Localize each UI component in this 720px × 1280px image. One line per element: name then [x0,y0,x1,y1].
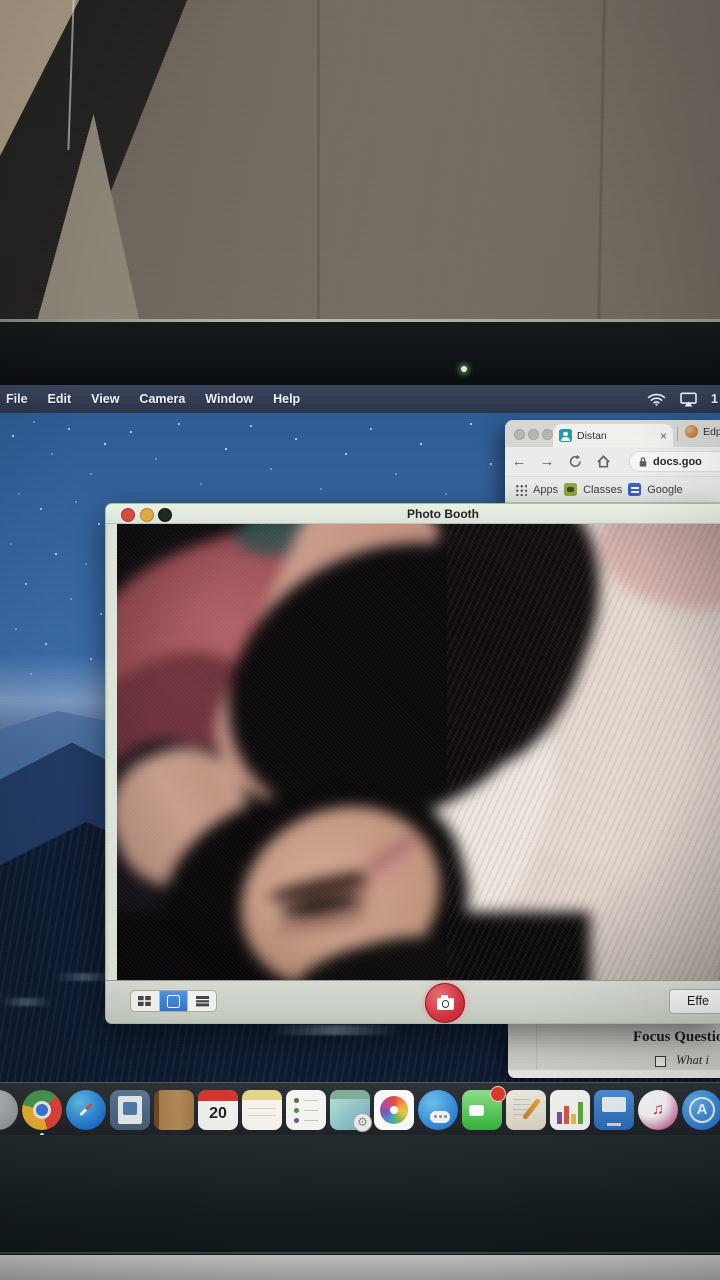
lock-icon [638,456,648,468]
single-photo-view-button[interactable] [160,991,189,1011]
dock-row: 20 A [0,1083,720,1136]
menu-view[interactable]: View [91,392,119,406]
bookmark-google[interactable]: Google [647,484,682,496]
dock-itunes-icon[interactable] [638,1090,678,1130]
dock-calendar-icon[interactable]: 20 [198,1090,238,1130]
icon-label: 20 [198,1099,238,1130]
forward-button[interactable]: → [533,453,561,470]
take-photo-button[interactable] [425,983,465,1023]
tab-distance-learning[interactable]: Distan × [553,424,673,447]
airplay-icon[interactable] [679,392,698,407]
icon-label: A [682,1090,720,1130]
edpuzzle-favicon [685,425,698,438]
video-view-button[interactable] [188,991,216,1011]
classroom-icon[interactable] [564,483,577,496]
dock-system-preferences-icon[interactable] [330,1090,370,1130]
url-text: docs.goo [653,456,702,468]
photo-booth-toolbar: Effe [106,980,720,1024]
menu-help[interactable]: Help [273,392,300,406]
doc-checkbox[interactable] [655,1056,666,1067]
camera-preview [117,524,720,980]
grid-icon [137,995,152,1007]
filmstrip-icon [195,995,210,1007]
dock-partial-grey-app-icon[interactable] [0,1090,18,1130]
hinge-line [0,1252,720,1254]
background-wall [0,0,720,325]
dock-reminders-icon[interactable] [286,1090,326,1130]
menu-camera[interactable]: Camera [139,392,185,406]
effects-button[interactable]: Effe [669,989,720,1014]
dock-numbers-icon[interactable] [550,1090,590,1130]
status-time-fragment: 1 [711,392,718,406]
photo-booth-window: Photo Booth [105,503,720,1024]
window-control-close[interactable] [514,429,525,440]
dock-facetime-icon[interactable] [462,1090,502,1130]
dock-messages-icon[interactable] [418,1090,458,1130]
four-up-view-button[interactable] [131,991,160,1011]
snow-streak [0,998,52,1006]
zoom-button[interactable] [158,508,172,522]
dock-notes-icon[interactable] [242,1090,282,1130]
menu-window[interactable]: Window [205,392,253,406]
camera-icon [437,998,454,1010]
dock: 20 A [0,1082,720,1136]
single-photo-icon [167,995,180,1008]
aluminum-body-edge [0,1255,720,1280]
title-bar[interactable]: Photo Booth [106,504,720,524]
menu-edit[interactable]: Edit [48,392,72,406]
selfie-image [117,524,720,980]
bookmark-classes[interactable]: Classes [583,484,622,496]
tab-label: Edp [703,426,720,438]
dock-google-chrome-icon[interactable] [22,1090,62,1130]
tab-separator [677,427,678,441]
google-bookmark-icon[interactable] [628,483,641,496]
tab-edpuzzle[interactable]: Edp [685,425,720,438]
menu-bar: File Edit View Camera Window Help [0,385,720,413]
tab-close-icon[interactable]: × [660,430,667,442]
dock-contacts-icon[interactable] [154,1090,194,1130]
bookmark-apps[interactable]: Apps [533,484,558,496]
window-bottom-edge [508,1070,720,1078]
chrome-toolbar: ← → docs.goo [505,447,720,476]
document-window: Focus Question What i [508,1022,720,1078]
dock-safari-icon[interactable] [66,1090,106,1130]
screen-bezel [0,322,720,385]
snow-streak [269,1025,401,1035]
dock-mail-icon[interactable] [110,1090,150,1130]
dock-app-store-icon[interactable]: A [682,1090,720,1130]
chrome-bookmarks-bar: Apps Classes Google [505,476,720,503]
wifi-icon[interactable] [647,392,666,406]
home-button[interactable] [589,454,617,469]
app-menus: File Edit View Camera Window Help [0,392,300,406]
dock-pages-icon[interactable] [506,1090,546,1130]
back-button[interactable]: ← [505,453,533,470]
menu-file[interactable]: File [6,392,28,406]
window-title: Photo Booth [407,507,479,521]
window-control-minimize[interactable] [528,429,539,440]
chrome-tab-strip: Distan × Edp [505,420,720,447]
minimize-button[interactable] [140,508,154,522]
dock-photos-icon[interactable] [374,1090,414,1130]
wall-seam [597,0,606,325]
camera-indicator-light [461,366,467,372]
view-mode-segmented-control [130,990,217,1012]
close-button[interactable] [121,508,135,522]
doc-question-text: What i [676,1053,709,1068]
chrome-window: Distan × Edp ← → [505,420,720,503]
starfield-dim [0,413,2,415]
reload-button[interactable] [561,454,589,469]
google-docs-favicon [559,429,572,442]
window-control-zoom[interactable] [542,429,553,440]
apps-grid-icon[interactable] [515,484,527,496]
wall-seam [317,0,320,325]
address-bar[interactable]: docs.goo [629,451,720,472]
tab-label: Distan [577,430,655,442]
doc-heading: Focus Question [633,1029,720,1046]
dock-keynote-icon[interactable] [594,1090,634,1130]
photographed-laptop-scene: File Edit View Camera Window Help [0,0,720,1280]
